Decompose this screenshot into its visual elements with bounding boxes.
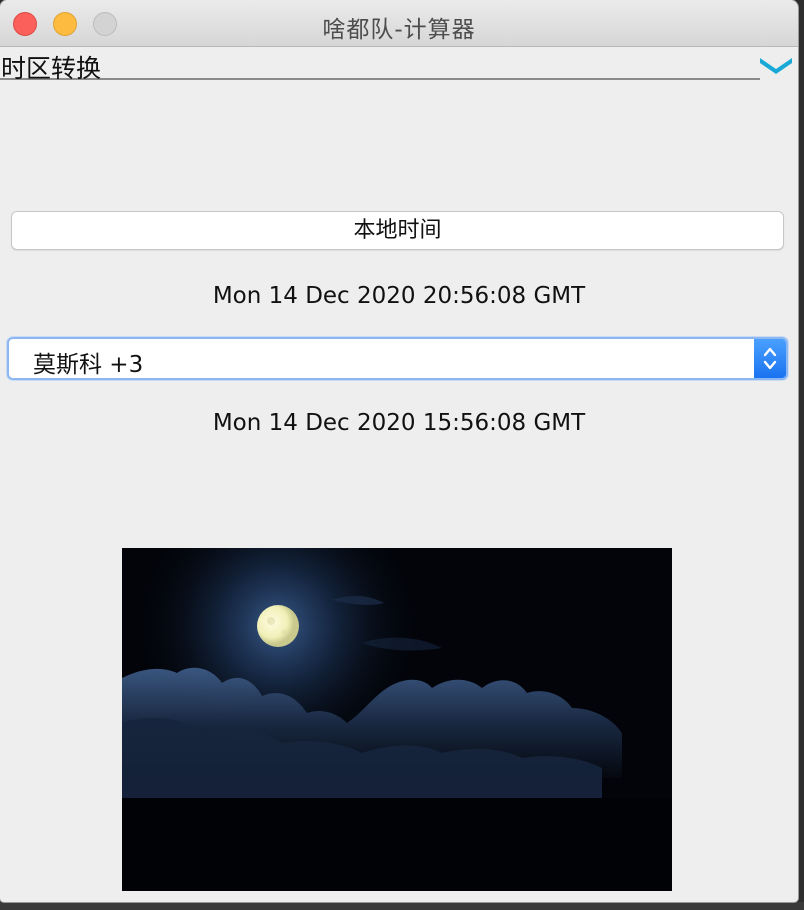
desktop-background-bottom	[0, 902, 804, 910]
desktop-background	[798, 0, 804, 910]
mode-select[interactable]: 时区转换	[0, 47, 760, 83]
timezone-select-value: 莫斯科 +3	[33, 352, 144, 378]
title-bar[interactable]: 啥都队-计算器	[0, 0, 798, 47]
local-time-text: Mon 14 Dec 2020 20:56:08 GMT	[212, 283, 586, 309]
up-down-stepper-icon[interactable]	[754, 339, 786, 378]
converted-time-text: Mon 14 Dec 2020 15:56:08 GMT	[212, 410, 586, 436]
mode-select-value: 时区转换	[1, 54, 102, 83]
timezone-select[interactable]: 莫斯科 +3	[7, 337, 788, 380]
window-title: 啥都队-计算器	[322, 17, 476, 43]
local-time-button[interactable]: 本地时间	[11, 211, 784, 250]
moon-over-clouds-image	[122, 548, 672, 891]
chevron-down-icon[interactable]	[758, 53, 794, 75]
app-window: 啥都队-计算器 时区转换 本地时间 Mon 14 Dec 2020 20:56:…	[0, 0, 798, 902]
